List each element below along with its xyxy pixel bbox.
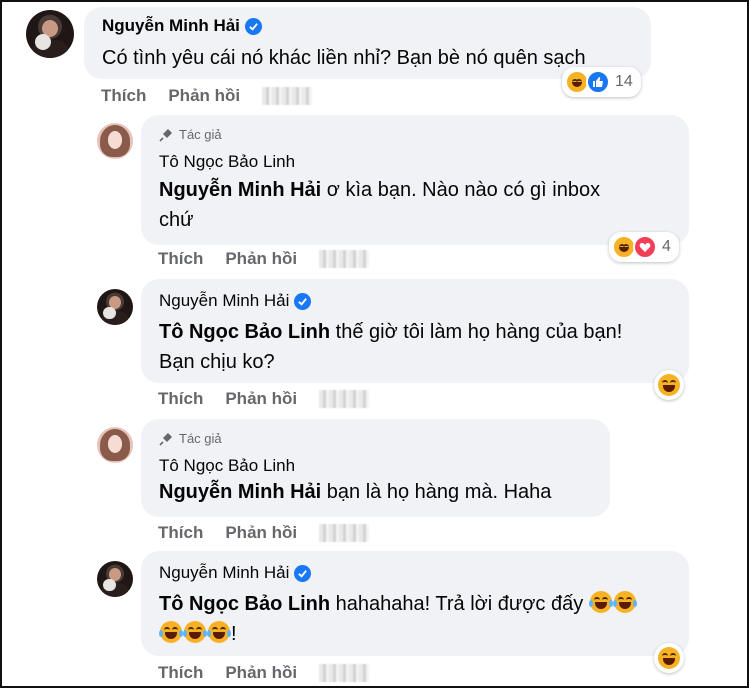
timestamp-blurred — [319, 250, 370, 268]
author-badge-label: Tác giả — [179, 431, 222, 446]
comment-text-line: Bạn chịu ko? — [159, 351, 275, 373]
verified-badge-icon — [244, 17, 262, 35]
reactions-summary[interactable]: 4 — [609, 232, 679, 262]
laughing-tears-emoji-icon — [588, 591, 613, 613]
reactions-summary[interactable] — [654, 370, 684, 400]
mention-link[interactable]: Nguyễn Minh Hải — [159, 481, 321, 503]
microphone-icon — [159, 432, 172, 446]
laughing-tears-emoji-icon — [612, 591, 637, 613]
comment-text-line: thế giờ tôi làm họ hàng của bạn! — [330, 321, 623, 343]
comment-actions: Thích Phản hồi — [158, 663, 370, 683]
comment-author[interactable]: Nguyễn Minh Hải — [159, 291, 312, 311]
timestamp-blurred — [319, 390, 370, 408]
mention-link[interactable]: Tô Ngọc Bảo Linh — [159, 593, 330, 615]
author-name[interactable]: Nguyễn Minh Hải — [159, 563, 289, 583]
comment-text-line: ! — [231, 623, 237, 645]
author-name[interactable]: Nguyễn Minh Hải — [102, 16, 240, 36]
comment-bubble: Nguyễn Minh Hải Có tình yêu cái nó khác … — [84, 7, 651, 79]
mention-link[interactable]: Tô Ngọc Bảo Linh — [159, 321, 330, 343]
author-badge: Tác giả — [159, 127, 222, 142]
verified-badge-icon — [294, 564, 312, 582]
comment-author[interactable]: Tô Ngọc Bảo Linh — [159, 456, 295, 476]
reply-button[interactable]: Phản hồi — [225, 389, 297, 409]
mention-link[interactable]: Nguyễn Minh Hải — [159, 179, 321, 201]
like-icon — [586, 70, 610, 94]
comment-bubble: Nguyễn Minh Hải Tô Ngọc Bảo Linh hahahah… — [141, 551, 689, 656]
comment-thread: Nguyễn Minh Hải Có tình yêu cái nó khác … — [0, 0, 749, 688]
comment-text: Có tình yêu cái nó khác liền nhỉ? Bạn bè… — [102, 47, 586, 69]
author-badge: Tác giả — [159, 431, 222, 446]
haha-icon — [565, 70, 589, 94]
comment-actions: Thích Phản hồi — [158, 249, 370, 269]
reactions-summary[interactable]: 14 — [562, 67, 641, 97]
comment-actions: Thích Phản hồi — [158, 523, 370, 543]
comment-text-line: ơ kìa bạn. Nào nào có gì inbox — [321, 179, 601, 201]
like-button[interactable]: Thích — [101, 86, 146, 106]
comment-bubble: Tác giả Tô Ngọc Bảo Linh Nguyễn Minh Hải… — [141, 115, 689, 245]
comment-author[interactable]: Tô Ngọc Bảo Linh — [159, 152, 295, 172]
comment-author[interactable]: Nguyễn Minh Hải — [159, 563, 312, 583]
laughing-tears-emoji-icon — [159, 621, 183, 643]
reaction-count: 14 — [615, 73, 633, 90]
avatar[interactable] — [97, 427, 133, 463]
avatar[interactable] — [97, 123, 133, 159]
laughing-tears-emoji-icon — [207, 621, 231, 643]
comment-actions: Thích Phản hồi — [101, 86, 313, 106]
reply-button[interactable]: Phản hồi — [225, 249, 297, 269]
timestamp-blurred — [319, 664, 370, 682]
avatar[interactable] — [97, 289, 133, 325]
haha-icon — [612, 235, 636, 259]
haha-icon — [658, 374, 680, 396]
reaction-count: 4 — [662, 238, 671, 255]
like-button[interactable]: Thích — [158, 663, 203, 683]
reply-button[interactable]: Phản hồi — [225, 663, 297, 683]
comment-text: Tô Ngọc Bảo Linh thế giờ tôi làm họ hàng… — [159, 317, 679, 377]
laughing-tears-emoji-icon — [183, 621, 207, 643]
love-icon — [633, 235, 657, 259]
comment-text-line: chứ — [159, 209, 194, 231]
like-button[interactable]: Thích — [158, 249, 203, 269]
reply-button[interactable]: Phản hồi — [225, 523, 297, 543]
author-badge-label: Tác giả — [179, 127, 222, 142]
haha-icon — [658, 647, 680, 669]
avatar[interactable] — [97, 561, 133, 597]
microphone-icon — [159, 128, 172, 142]
comment-text-line: bạn là họ hàng mà. Haha — [321, 481, 552, 503]
avatar[interactable] — [26, 10, 74, 58]
comment-text: Nguyễn Minh Hải bạn là họ hàng mà. Haha — [159, 477, 551, 507]
verified-badge-icon — [294, 292, 312, 310]
timestamp-blurred — [319, 524, 370, 542]
comment-text: Tô Ngọc Bảo Linh hahahaha! Trả lời được … — [159, 589, 679, 649]
comment-text: Nguyễn Minh Hải ơ kìa bạn. Nào nào có gì… — [159, 175, 679, 235]
like-button[interactable]: Thích — [158, 389, 203, 409]
reply-button[interactable]: Phản hồi — [168, 86, 240, 106]
comment-text-line: hahahaha! Trả lời được đấy — [330, 593, 584, 615]
comment-bubble: Tác giả Tô Ngọc Bảo Linh Nguyễn Minh Hải… — [141, 419, 610, 517]
timestamp-blurred — [262, 87, 313, 105]
comment-author[interactable]: Nguyễn Minh Hải — [102, 16, 262, 36]
comment-bubble: Nguyễn Minh Hải Tô Ngọc Bảo Linh thế giờ… — [141, 279, 689, 383]
reactions-summary[interactable] — [654, 643, 684, 673]
like-button[interactable]: Thích — [158, 523, 203, 543]
comment-actions: Thích Phản hồi — [158, 389, 370, 409]
author-name[interactable]: Nguyễn Minh Hải — [159, 291, 289, 311]
